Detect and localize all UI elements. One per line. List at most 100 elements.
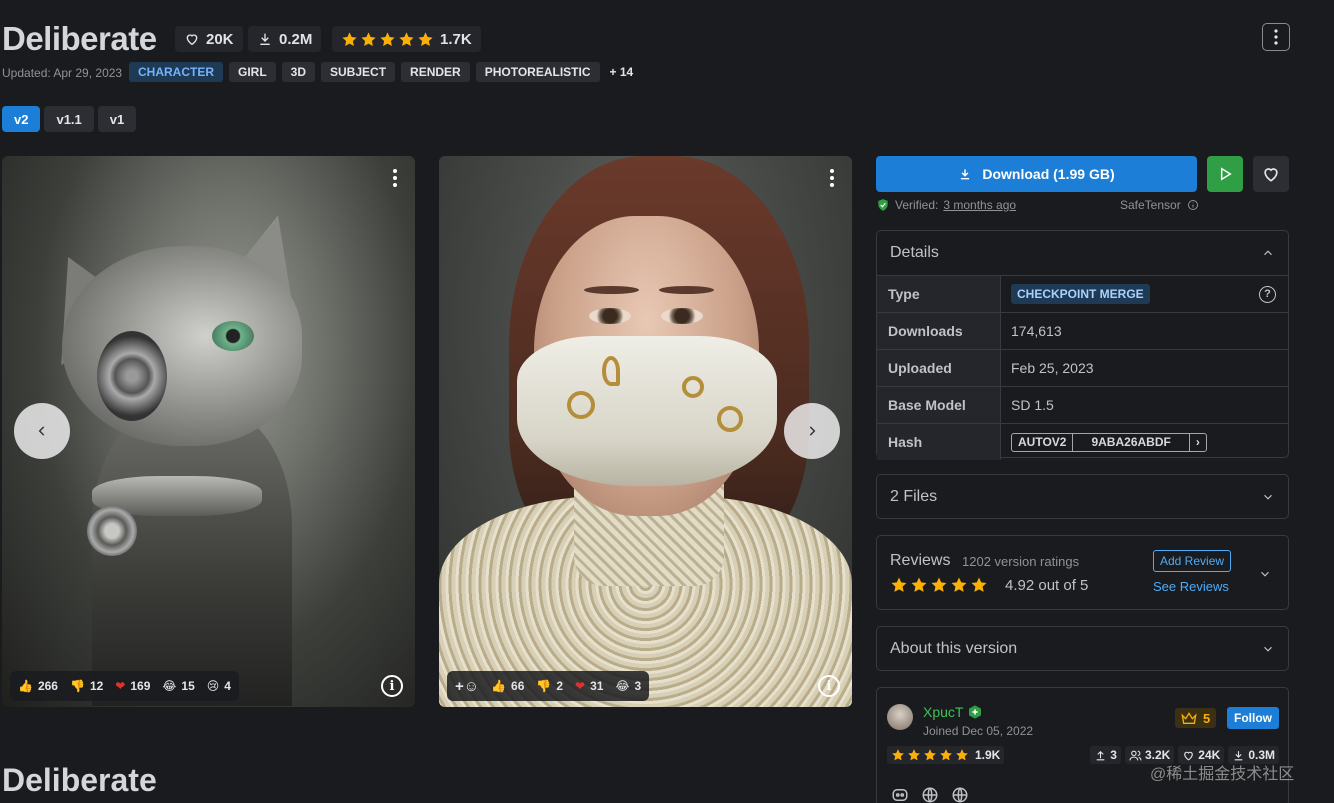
star-icon xyxy=(380,31,395,46)
uploads-count: 3 xyxy=(1110,748,1117,762)
favorites-stat[interactable]: 20K xyxy=(175,26,243,52)
reaction-bar: +☺ 👍 66 👎 2 ❤ 31 😂 3 xyxy=(447,671,650,701)
prev-image-button[interactable] xyxy=(14,403,70,459)
type-badge: CHECKPOINT MERGE xyxy=(1011,284,1150,304)
detail-value: Feb 25, 2023 xyxy=(1011,360,1094,376)
tag-girl[interactable]: GIRL xyxy=(229,62,276,82)
avatar[interactable] xyxy=(887,704,913,730)
detail-row-uploaded: Uploaded Feb 25, 2023 xyxy=(877,349,1288,386)
card-menu-button[interactable] xyxy=(824,166,840,190)
version-tab-v1[interactable]: v1 xyxy=(97,106,137,132)
hash-value[interactable]: 9ABA26ABDF xyxy=(1072,433,1190,451)
laugh-icon: 😂 xyxy=(615,679,630,693)
follow-button[interactable]: Follow xyxy=(1227,707,1279,729)
discord-icon[interactable] xyxy=(891,786,909,803)
creator-rating: 1.9K xyxy=(887,746,1005,764)
favorite-button[interactable] xyxy=(1253,156,1289,192)
more-tags-button[interactable]: + 14 xyxy=(606,62,638,82)
chevron-right-icon[interactable]: › xyxy=(1190,434,1206,451)
safetensor-badge: SafeTensor xyxy=(1120,198,1199,212)
about-version-panel[interactable]: About this version xyxy=(876,626,1289,671)
globe-icon[interactable] xyxy=(921,786,939,803)
reaction-count: 169 xyxy=(130,679,151,693)
details-panel: Details Type CHECKPOINT MERGE ? Download… xyxy=(876,230,1289,460)
tag-3d[interactable]: 3D xyxy=(281,62,316,82)
face-mask xyxy=(517,336,777,486)
cry-reaction[interactable]: 😢 4 xyxy=(207,679,231,693)
star-icon xyxy=(931,577,947,592)
favorites-count: 20K xyxy=(206,30,234,48)
downloads-stat: 0.2M xyxy=(248,26,322,52)
add-review-button[interactable]: Add Review xyxy=(1153,550,1232,572)
verified-date-link[interactable]: 3 months ago xyxy=(943,198,1016,212)
reviews-panel: Reviews 1202 version ratings 4.92 out of… xyxy=(876,535,1289,610)
chevron-up-icon xyxy=(1264,250,1272,256)
run-button[interactable] xyxy=(1207,156,1243,192)
card-menu-button[interactable] xyxy=(387,166,403,190)
thumbs-up-icon: 👍 xyxy=(491,679,507,693)
tag-subject[interactable]: SUBJECT xyxy=(321,62,396,82)
laugh-reaction[interactable]: 😂 15 xyxy=(162,679,194,693)
thumbs-up-reaction[interactable]: 👍 66 xyxy=(491,679,524,693)
chevron-left-icon xyxy=(38,426,45,436)
about-header[interactable]: About this version xyxy=(877,627,1288,671)
creator-name-row[interactable]: XpucT xyxy=(923,704,983,720)
info-icon[interactable]: i xyxy=(818,675,840,697)
chevron-down-icon xyxy=(1264,494,1272,500)
next-image-button[interactable] xyxy=(784,403,840,459)
reaction-count: 66 xyxy=(511,679,525,693)
users-icon xyxy=(1129,750,1142,760)
tag-character[interactable]: CHARACTER xyxy=(129,62,223,82)
version-tabs: v2 v1.1 v1 xyxy=(2,106,137,132)
thumbs-down-icon: 👎 xyxy=(536,679,552,693)
mask-ornament xyxy=(717,406,743,432)
rank-value: 5 xyxy=(1203,710,1211,726)
thumbs-down-reaction[interactable]: 👎 12 xyxy=(70,679,103,693)
reaction-count: 15 xyxy=(181,679,195,693)
files-panel[interactable]: 2 Files xyxy=(876,474,1289,519)
hash-selector[interactable]: AUTOV2 9ABA26ABDF › xyxy=(1011,432,1207,452)
thumbs-down-reaction[interactable]: 👎 2 xyxy=(536,679,563,693)
star-icon xyxy=(361,31,376,46)
info-icon[interactable]: i xyxy=(381,675,403,697)
files-header[interactable]: 2 Files xyxy=(877,475,1288,519)
rating-count: 1.7K xyxy=(440,30,472,48)
hash-type: AUTOV2 xyxy=(1018,435,1067,449)
info-icon[interactable] xyxy=(1187,199,1199,211)
help-icon[interactable]: ? xyxy=(1259,285,1276,303)
reaction-count: 2 xyxy=(556,679,564,693)
globe-icon[interactable] xyxy=(951,786,969,803)
see-reviews-link[interactable]: See Reviews xyxy=(1153,579,1229,594)
section-title: Deliberate xyxy=(2,762,157,798)
thumbs-up-reaction[interactable]: 👍 266 xyxy=(18,679,58,693)
reaction-count: 4 xyxy=(224,679,231,693)
version-tab-v2[interactable]: v2 xyxy=(2,106,41,132)
social-links xyxy=(891,786,969,803)
add-reaction-button[interactable]: +☺ xyxy=(455,678,479,695)
creator-rank-badge: 5 xyxy=(1175,708,1217,728)
chevron-down-icon[interactable] xyxy=(1258,567,1272,581)
tag-render[interactable]: RENDER xyxy=(401,62,470,82)
star-icon xyxy=(940,749,952,761)
cat-body xyxy=(92,406,292,706)
heart-reaction[interactable]: ❤ 169 xyxy=(115,679,150,693)
heart-icon: ❤ xyxy=(115,679,126,693)
tag-photorealistic[interactable]: PHOTOREALISTIC xyxy=(475,62,600,82)
star-icon xyxy=(911,577,927,592)
laugh-reaction[interactable]: 😂 3 xyxy=(615,679,641,693)
reviews-count: 1202 version ratings xyxy=(962,554,1080,569)
rating-stat[interactable]: 1.7K xyxy=(332,26,481,52)
gallery-image-woman[interactable]: +☺ 👍 66 👎 2 ❤ 31 😂 3 i xyxy=(439,156,852,707)
version-tab-v1-1[interactable]: v1.1 xyxy=(44,106,94,132)
star-icon xyxy=(399,31,414,46)
creator-name[interactable]: XpucT xyxy=(923,704,963,720)
download-button[interactable]: Download (1.99 GB) xyxy=(876,156,1197,192)
heart-reaction[interactable]: ❤ 31 xyxy=(575,679,603,693)
more-options-button[interactable] xyxy=(1262,23,1290,51)
gallery-image-cat[interactable]: 👍 266 👎 12 ❤ 169 😂 15 😢 4 i xyxy=(2,156,415,707)
star-icon xyxy=(951,577,967,592)
details-header[interactable]: Details xyxy=(877,231,1288,275)
eyebrow xyxy=(584,286,639,294)
star-icon xyxy=(956,749,968,761)
detail-key: Base Model xyxy=(877,387,1001,423)
